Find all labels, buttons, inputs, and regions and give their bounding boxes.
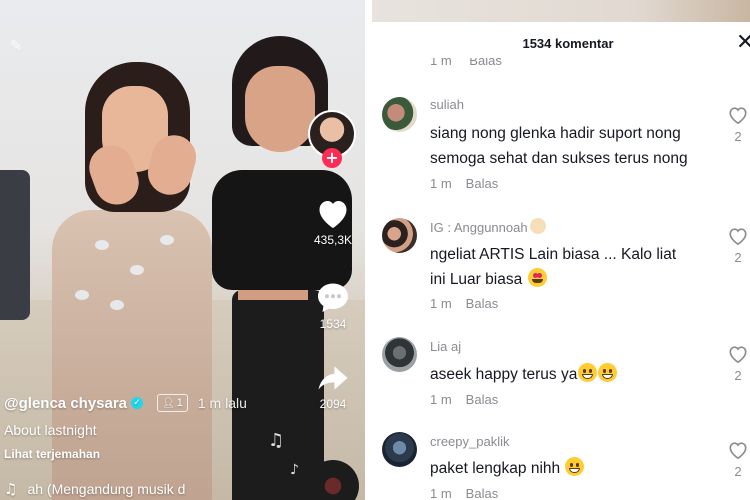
comment-time: 1 m xyxy=(430,392,452,407)
comment-username[interactable]: IG : Anggunnoah xyxy=(430,220,528,235)
creator-info: @glenca chysara ✓ 👤︎ 1 1 m lalu xyxy=(4,394,247,412)
comment-like-button[interactable]: 2 xyxy=(726,105,750,144)
dress-sparkle xyxy=(160,235,174,245)
comment-time: 1 m xyxy=(430,486,452,500)
video-caption: About lastnight xyxy=(4,422,97,438)
heart-eyes-emoji-icon xyxy=(527,268,547,287)
comments-header: 1534 komentar ✕ xyxy=(372,22,750,64)
comment-time: 1 m xyxy=(430,176,452,191)
collab-count: 1 xyxy=(176,397,183,409)
person-2-face xyxy=(245,66,315,152)
wall-mark: ✎ xyxy=(10,38,22,54)
comment-text-line-1: aseek happy terus ya xyxy=(430,362,618,387)
share-arrow-icon[interactable] xyxy=(315,362,351,394)
heart-outline-icon[interactable] xyxy=(727,105,749,125)
panel-divider xyxy=(365,0,372,500)
collab-badge[interactable]: 👤︎ 1 xyxy=(157,394,188,412)
comment-username-row: IG : Anggunnoah xyxy=(430,218,546,235)
post-time: 1 m lalu xyxy=(197,395,247,411)
comment-like-button[interactable]: 2 xyxy=(726,226,750,265)
comment-bubble-icon[interactable] xyxy=(315,280,351,314)
comment-username[interactable]: Lia aj xyxy=(430,339,461,354)
comment-username[interactable]: creepy_paklik xyxy=(430,434,510,449)
dress-sparkle xyxy=(130,265,144,275)
follow-plus-icon[interactable]: + xyxy=(322,148,342,168)
grinning-emoji-icon xyxy=(578,363,598,382)
dress-sparkle xyxy=(75,290,89,300)
emoji-icon xyxy=(529,218,546,234)
comment-like-button[interactable]: 2 xyxy=(726,344,750,383)
avatar[interactable] xyxy=(382,218,417,253)
comment-like-button[interactable]: 2 xyxy=(726,440,750,479)
verified-check-icon: ✓ xyxy=(131,397,144,409)
comment-text-line: semoga sehat dan sukses terus nong xyxy=(430,150,688,167)
comment-button[interactable]: 1534 xyxy=(308,280,358,331)
heart-outline-icon[interactable] xyxy=(727,226,749,246)
comment-text-line-1: paket lengkap nihh xyxy=(430,456,585,481)
comment-text-line-2: ini Luar biasa xyxy=(430,267,547,292)
comment-text-line: ini Luar biasa xyxy=(430,271,523,288)
video-peek xyxy=(372,0,750,22)
heart-outline-icon[interactable] xyxy=(727,344,749,364)
reply-link[interactable]: Balas xyxy=(466,486,499,500)
comment-text-line: ngeliat ARTIS Lain biasa ... Kalo liat xyxy=(430,246,677,263)
like-count: 435,3K xyxy=(313,233,353,247)
person-icon: 👤︎ xyxy=(162,397,175,409)
comment-meta: 1 m Balas xyxy=(430,176,498,191)
music-note-icon: ♫ xyxy=(268,430,285,451)
music-note-icon: ♪ xyxy=(290,462,299,478)
reply-link[interactable]: Balas xyxy=(466,176,499,191)
comment-like-count: 2 xyxy=(734,129,742,144)
music-title: ah (Mengandung musik d xyxy=(27,481,186,497)
like-button[interactable]: 435,3K xyxy=(308,196,358,247)
comment-meta: 1 m Balas xyxy=(430,392,498,407)
share-button[interactable]: 2094 xyxy=(308,362,358,411)
comment-text-line: siang nong glenka hadir suport nong xyxy=(430,125,681,142)
heart-icon[interactable] xyxy=(315,196,351,230)
creator-username[interactable]: @glenca chysara xyxy=(4,395,127,412)
share-count: 2094 xyxy=(319,397,347,411)
comment-text-line: aseek happy terus ya xyxy=(430,366,578,383)
comment-like-count: 2 xyxy=(734,464,742,479)
comment-count: 1534 xyxy=(319,317,347,331)
background-object xyxy=(0,170,30,320)
translate-link[interactable]: Lihat terjemahan xyxy=(4,447,100,461)
avatar[interactable] xyxy=(382,97,417,132)
comments-title: 1534 komentar xyxy=(522,36,614,51)
comment-username[interactable]: suliah xyxy=(430,97,464,112)
comment-like-count: 2 xyxy=(734,368,742,383)
reply-link[interactable]: Balas xyxy=(466,392,499,407)
music-note-icon: ♫ xyxy=(4,480,18,498)
video-player[interactable]: ✎ + 435,3K 1534 2094 ♫ ♪ @glenca chysara… xyxy=(0,0,365,500)
comment-meta: 1 m Balas xyxy=(430,296,498,311)
comment-text-line: paket lengkap nihh xyxy=(430,460,561,477)
music-info[interactable]: ♫ ah (Mengandung musik d xyxy=(4,480,185,498)
avatar[interactable] xyxy=(382,432,417,467)
heart-outline-icon[interactable] xyxy=(727,440,749,460)
dress-sparkle xyxy=(95,240,109,250)
dress-sparkle xyxy=(110,300,124,310)
comment-time: 1 m xyxy=(430,58,452,68)
comment-meta: 1 m Balas xyxy=(430,486,498,500)
reply-link[interactable]: Balas xyxy=(466,296,499,311)
laughing-emoji-icon xyxy=(565,457,585,476)
comment-time: 1 m xyxy=(430,296,452,311)
grinning-emoji-icon xyxy=(598,363,618,382)
comments-panel: 1534 komentar ✕ 1 m Balas suliah siang n… xyxy=(372,0,750,500)
reply-link[interactable]: Balas xyxy=(469,58,502,68)
creator-avatar[interactable]: + xyxy=(308,110,358,168)
clipped-comment-meta: 1 m Balas xyxy=(430,58,502,70)
avatar[interactable] xyxy=(382,337,417,372)
close-icon[interactable]: ✕ xyxy=(736,30,750,55)
comment-like-count: 2 xyxy=(734,250,742,265)
